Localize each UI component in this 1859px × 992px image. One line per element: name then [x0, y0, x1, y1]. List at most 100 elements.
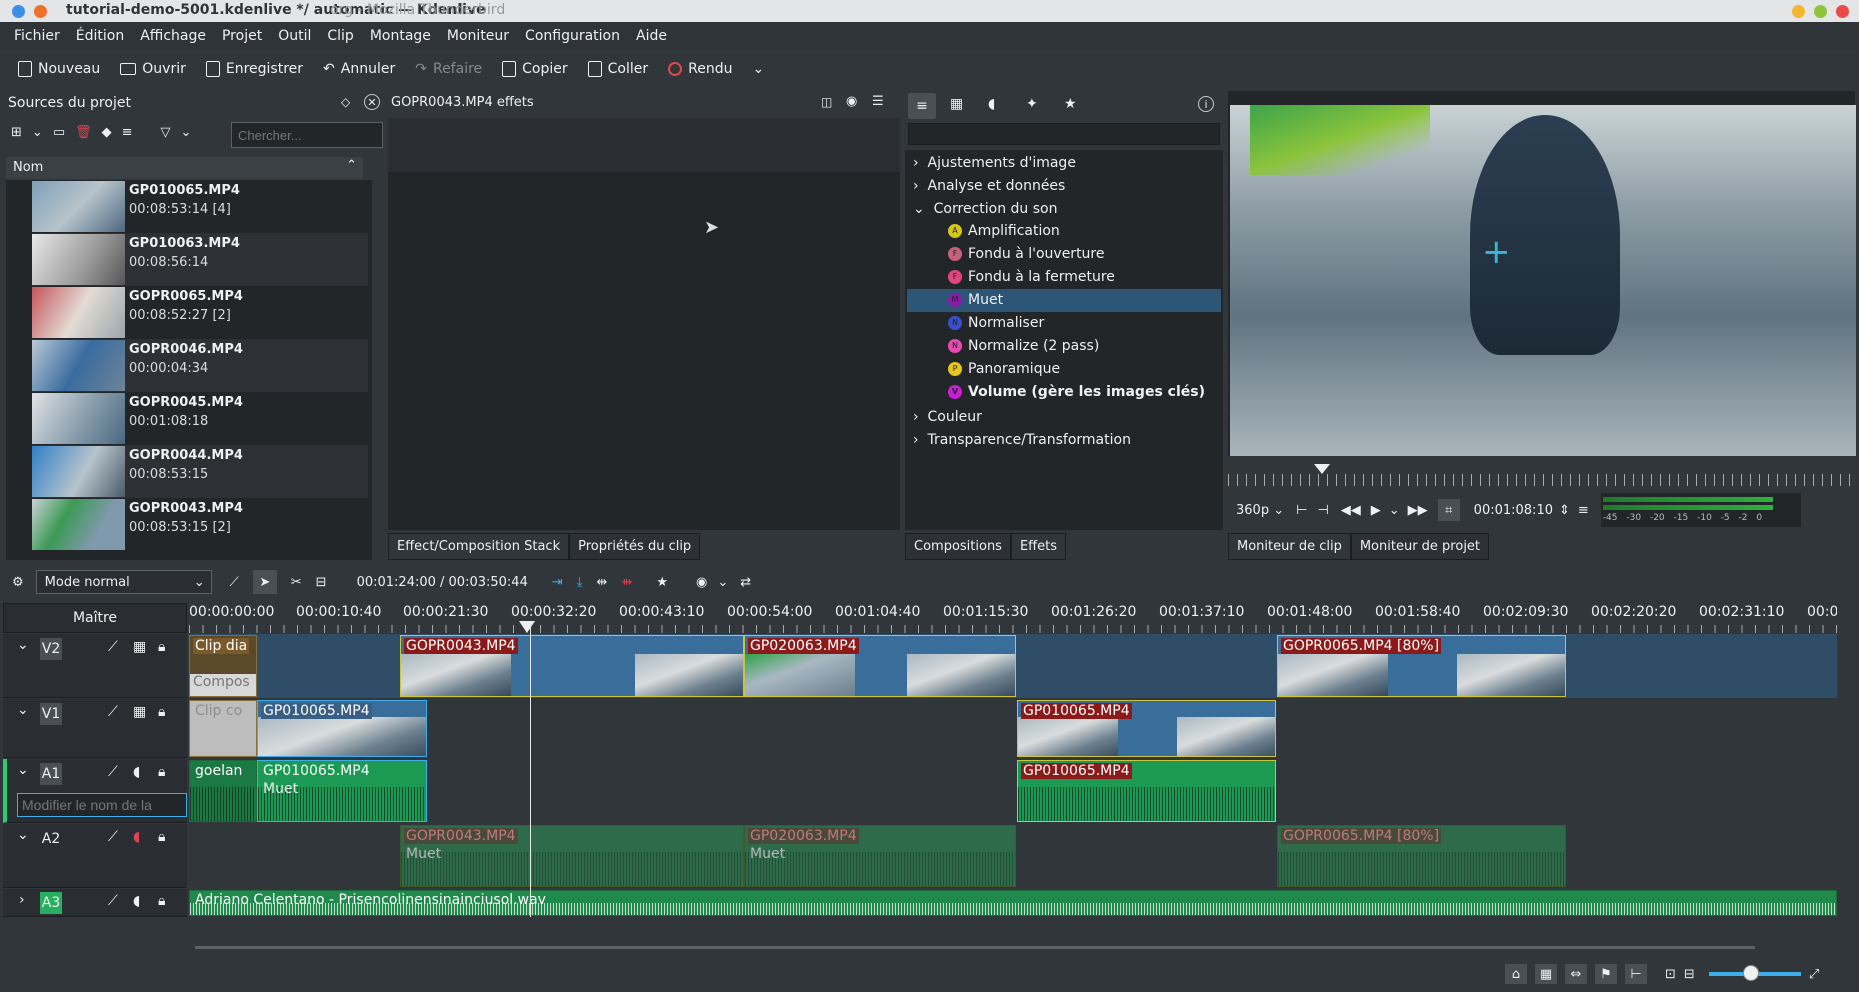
lock-icon[interactable]: 🔒︎ [158, 764, 165, 780]
spacer-tool-icon[interactable]: ⊟ [316, 575, 327, 590]
guide-icon[interactable]: ⊢ [1625, 964, 1647, 984]
split-view-icon[interactable]: ◫ [821, 95, 832, 109]
timeline-settings-icon[interactable]: ⚙ [12, 575, 24, 590]
delete-icon[interactable]: 🗑 [75, 125, 92, 140]
menu-icon[interactable]: ≡ [1578, 503, 1589, 518]
effects-icon[interactable]: ⟋ [108, 893, 118, 909]
zoom-out-icon[interactable]: ⊟ [1684, 967, 1695, 982]
zoom-fit-icon[interactable]: ⊡ [1665, 967, 1676, 982]
timeline-clip[interactable]: Clip dia Compos [189, 635, 257, 697]
lock-icon[interactable]: 🔒︎ [158, 639, 165, 655]
collapse-icon[interactable]: ⌄ [17, 637, 29, 653]
razor-icon[interactable]: ⟋ [230, 575, 239, 590]
track-header-a1[interactable]: ⌄ A1 ⟋ ◖ 🔒︎ [3, 759, 187, 823]
timeline-position[interactable]: 00:01:24:00 / 00:03:50:44 [357, 575, 528, 590]
category-color[interactable]: › Couleur [913, 409, 982, 425]
menu-moniteur[interactable]: Moniteur [439, 28, 517, 44]
snap-icon[interactable]: ⌂ [1505, 964, 1527, 984]
extract-icon[interactable]: ⇹ [597, 575, 608, 590]
menu-montage[interactable]: Montage [362, 28, 439, 44]
eye-icon[interactable]: ◉ [846, 94, 857, 109]
timeline-clip[interactable]: GOPR0043.MP4 [400, 635, 744, 697]
zoom-in-icon[interactable]: ⤢ [1809, 967, 1819, 982]
timeline-clip[interactable]: GP010065.MP4 [257, 700, 427, 757]
menu-fichier[interactable]: Fichier [6, 28, 68, 44]
forward-icon[interactable]: ▶▶ [1408, 503, 1428, 518]
effect-item[interactable]: N Normaliser [948, 315, 1044, 331]
window-pin-icon[interactable] [34, 5, 47, 18]
menu-edition[interactable]: Édition [68, 28, 132, 44]
render-button[interactable]: Rendu ⌄ [658, 55, 774, 83]
bin-column-header[interactable]: Nom ⌃ [6, 157, 363, 179]
menu-aide[interactable]: Aide [628, 28, 675, 44]
audio-icon[interactable]: ◖ [988, 96, 995, 112]
film-icon[interactable]: ▦ [1535, 964, 1557, 984]
timeline-clip[interactable]: goelan [189, 760, 257, 822]
bin-item[interactable]: GOPR0043.MP4 00:08:53:15 [2] [32, 498, 368, 551]
bin-item[interactable]: GOPR0065.MP4 00:08:52:27 [2] [32, 286, 368, 339]
bin-item[interactable]: GP010065.MP4 00:08:53:14 [4] [32, 180, 368, 233]
menu-projet[interactable]: Projet [214, 28, 270, 44]
timeline-scrollbar[interactable] [195, 946, 1755, 949]
track-header-v2[interactable]: ⌄ V2 ⟋ ▦ 🔒︎ [3, 634, 187, 698]
settings-icon[interactable]: ☰ [872, 94, 884, 109]
lock-icon[interactable]: 🔒︎ [158, 829, 165, 845]
maximize-button[interactable] [1814, 5, 1827, 18]
menu-affichage[interactable]: Affichage [132, 28, 214, 44]
edit-mode-select[interactable]: Mode normal ⌄ [35, 570, 212, 594]
tab-project-monitor[interactable]: Moniteur de projet [1350, 533, 1490, 560]
effect-item[interactable]: V Volume (gère les images clés) [948, 384, 1205, 400]
ripple-icon[interactable]: ⇔ [1565, 964, 1587, 984]
lock-icon[interactable]: 🔒︎ [158, 704, 165, 720]
crop-icon[interactable]: ⌗ [1437, 499, 1460, 521]
tag-icon[interactable]: ◆ [102, 125, 112, 140]
timeline-clip[interactable]: GP020063.MP4 [744, 635, 1016, 697]
master-button[interactable]: Maître [3, 603, 187, 633]
effects-search-input[interactable] [908, 123, 1220, 145]
timeline-clip[interactable]: GOPR0065.MP4 [80%] [1277, 825, 1566, 887]
new-button[interactable]: Nouveau [8, 55, 110, 83]
bin-item[interactable]: GOPR0045.MP4 00:01:08:18 [32, 392, 368, 445]
select-tool-icon[interactable]: ➤ [252, 570, 277, 594]
film-icon[interactable]: ▦ [950, 96, 963, 112]
add-clip-icon[interactable]: ⊞ [11, 125, 22, 140]
chevron-down-icon[interactable]: ⌄ [181, 125, 192, 140]
tab-effects[interactable]: Effets [1010, 533, 1067, 560]
save-button[interactable]: Enregistrer [196, 55, 313, 83]
category-image-adjustments[interactable]: › Ajustements d'image [913, 155, 1076, 171]
star-icon[interactable]: ★ [1064, 96, 1077, 112]
effect-item-selected[interactable]: M Muet [948, 292, 1003, 308]
speaker-icon[interactable]: ◖ [133, 764, 140, 780]
track-header-a2[interactable]: ⌄ A2 ⟋ ◖ 🔒︎ [3, 824, 187, 888]
marker-flag-icon[interactable]: ⚑ [1595, 964, 1617, 984]
favorite-star-icon[interactable]: ★ [656, 575, 668, 590]
composition-clip[interactable]: Compos [190, 674, 256, 696]
category-analysis[interactable]: › Analyse et données [913, 178, 1065, 194]
rewind-icon[interactable]: ◀◀ [1341, 503, 1361, 518]
bin-item[interactable]: GP010063.MP4 00:08:56:14 [32, 233, 368, 286]
tab-effect-stack[interactable]: Effect/Composition Stack [388, 533, 570, 560]
category-transform[interactable]: › Transparence/Transformation [913, 432, 1131, 448]
speaker-icon[interactable]: ◖ [133, 893, 140, 909]
timeline-clip[interactable]: Adriano Celentano - Prisencolinensinainc… [189, 890, 1837, 916]
track-header-v1[interactable]: ⌄ V1 ⟋ ▦ 🔒︎ [3, 699, 187, 758]
menu-outil[interactable]: Outil [270, 28, 319, 44]
cut-tool-icon[interactable]: ✂ [291, 575, 302, 590]
timeline-clip[interactable]: GP010065.MP4 Muet [257, 760, 427, 822]
play-icon[interactable]: ▶ [1371, 503, 1381, 518]
effect-item[interactable]: F Fondu à la fermeture [948, 269, 1115, 285]
set-out-icon[interactable]: ⊣ [1317, 503, 1328, 518]
bin-item[interactable]: GOPR0046.MP4 00:00:04:34 [32, 339, 368, 392]
effects-icon[interactable]: ⟋ [108, 829, 118, 845]
timeline-ruler[interactable]: 00:00:00:00 00:00:10:40 00:00:21:30 00:0… [189, 603, 1837, 633]
open-button[interactable]: Ouvrir [110, 55, 196, 83]
collapse-icon[interactable]: ⌄ [17, 762, 29, 778]
overwrite-icon[interactable]: ⤓ [577, 575, 583, 590]
lift-icon[interactable]: ⇻ [621, 575, 632, 590]
effect-item[interactable]: N Normalize (2 pass) [948, 338, 1099, 354]
timeline-clip[interactable]: GP020063.MP4 Muet [744, 825, 1016, 887]
hide-track-icon[interactable]: ▦ [133, 704, 146, 720]
effect-item[interactable]: P Panoramique [948, 361, 1060, 377]
filter-icon[interactable]: ▽ [161, 125, 171, 140]
timeline-clip[interactable]: GP010065.MP4 [1017, 760, 1276, 822]
